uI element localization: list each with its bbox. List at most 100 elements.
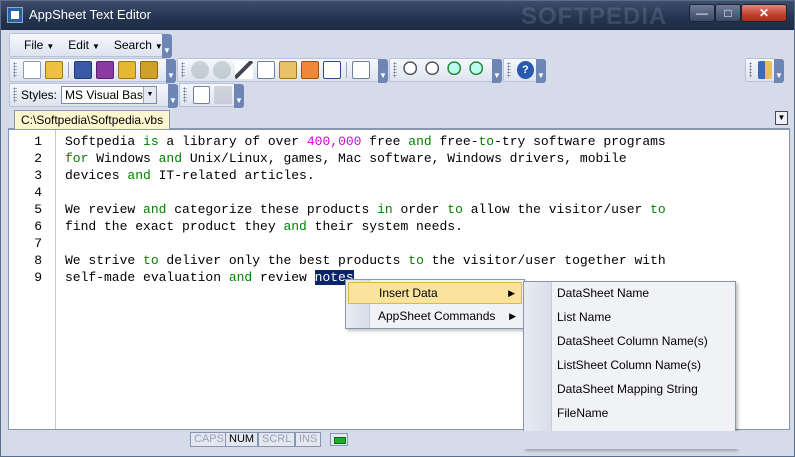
- grip-icon[interactable]: [13, 87, 17, 103]
- text-token: devices: [65, 168, 128, 183]
- paste-icon[interactable]: [279, 61, 297, 79]
- redo-icon[interactable]: [213, 61, 231, 79]
- styles-toolbar: Styles: MS Visual Basic ▼ ▼: [9, 83, 178, 108]
- tab-softpedia-vbs[interactable]: C:\Softpedia\Softpedia.vbs: [14, 110, 171, 129]
- line-number-gutter: 1 2 3 4 5 6 7 8 9: [9, 130, 56, 429]
- keyword-token: and: [408, 134, 432, 149]
- save-as-icon[interactable]: [96, 61, 114, 79]
- new-file-icon[interactable]: [23, 61, 41, 79]
- select-all-icon[interactable]: [323, 61, 341, 79]
- keyword-token: to: [478, 134, 495, 149]
- code-line[interactable]: self-made evaluation and review notes: [65, 270, 354, 285]
- submenu-item-filename[interactable]: FileName: [557, 401, 608, 425]
- find-icon[interactable]: [403, 61, 421, 79]
- line-number: 2: [34, 151, 42, 166]
- grip-icon[interactable]: [393, 62, 397, 78]
- keyword-token: and: [158, 151, 183, 166]
- open-recent-icon[interactable]: [118, 61, 136, 79]
- replace-icon[interactable]: [425, 61, 443, 79]
- app-icon[interactable]: [7, 7, 23, 23]
- separator: [68, 62, 69, 78]
- text-token: Unix/Linux, games, Mac software, Windows…: [182, 151, 627, 166]
- toolbar-options-icon[interactable]: ▼: [162, 34, 172, 58]
- submenu-item-datasheet-column-names[interactable]: DataSheet Column Name(s): [557, 329, 708, 353]
- line-number: 6: [34, 219, 42, 234]
- grip-icon[interactable]: [181, 62, 185, 78]
- line-number: 1: [34, 134, 42, 149]
- submenu-item-datasheet-name[interactable]: DataSheet Name: [557, 281, 649, 305]
- title-bar[interactable]: AppSheet Text Editor SOFTPEDIA — □ ✕: [1, 1, 794, 30]
- line-number: 8: [34, 253, 42, 268]
- toolbar-options-icon[interactable]: ▼: [166, 59, 176, 83]
- code-line[interactable]: find the exact product they and their sy…: [65, 219, 463, 234]
- toolbar-options-icon[interactable]: ▼: [378, 59, 388, 83]
- word-wrap-icon[interactable]: [352, 61, 370, 79]
- number-token: 400,000: [306, 134, 362, 149]
- submenu-item-listsheet-column-names[interactable]: ListSheet Column Name(s): [557, 353, 701, 377]
- toolbar-options-icon[interactable]: ▼: [168, 84, 178, 108]
- text-token: allow the visitor/user: [462, 202, 651, 217]
- styles-select[interactable]: MS Visual Basic ▼: [61, 86, 158, 104]
- menu-file[interactable]: File ▼: [17, 35, 61, 55]
- code-line[interactable]: devices and IT-related articles.: [65, 168, 315, 183]
- code-line[interactable]: for Windows and Unix/Linux, games, Mac s…: [65, 151, 627, 166]
- undo-icon[interactable]: [191, 61, 209, 79]
- toolbar-options-icon[interactable]: ▼: [774, 59, 784, 83]
- grip-icon[interactable]: [749, 62, 753, 78]
- grip-icon[interactable]: [183, 87, 187, 103]
- disabled-tool-icon[interactable]: [214, 86, 232, 104]
- file-toolbar: ▼: [9, 58, 176, 83]
- find-next-icon[interactable]: [447, 61, 465, 79]
- open-folder-icon[interactable]: [45, 61, 63, 79]
- text-token: categorize these products: [166, 202, 378, 217]
- help-icon[interactable]: ?: [516, 61, 534, 79]
- find-previous-icon[interactable]: [469, 61, 487, 79]
- folder-sync-icon[interactable]: [140, 61, 158, 79]
- minimize-button[interactable]: —: [689, 4, 715, 22]
- line-number: 5: [34, 202, 42, 217]
- insert-mode-indicator: INS: [295, 432, 322, 447]
- keyword-token: is: [143, 134, 159, 149]
- toolbar-options-icon[interactable]: ▼: [536, 59, 546, 83]
- maximize-button[interactable]: □: [715, 4, 741, 22]
- keyword-token: to: [143, 253, 159, 268]
- code-line[interactable]: Softpedia is a library of over 400,000 f…: [65, 134, 666, 149]
- menu-item-appsheet-commands[interactable]: AppSheet Commands ▶: [348, 305, 522, 327]
- text-token: Windows: [88, 151, 159, 166]
- code-line[interactable]: We strive to deliver only the best produ…: [65, 253, 666, 268]
- edit-document-icon[interactable]: [192, 86, 211, 104]
- paste-special-icon[interactable]: [301, 61, 319, 79]
- panel-toolbar: ▼: [745, 58, 784, 83]
- copy-icon[interactable]: [257, 61, 275, 79]
- chevron-down-icon[interactable]: ▼: [143, 87, 157, 103]
- cut-icon[interactable]: [235, 61, 253, 79]
- menu-search[interactable]: Search ▼: [107, 35, 170, 55]
- menu-item-insert-data[interactable]: Insert Data ▶: [348, 282, 522, 304]
- toolbar-options-icon[interactable]: ▼: [234, 84, 244, 108]
- search-toolbar: ▼: [389, 58, 502, 83]
- text-token: IT-related articles.: [150, 168, 315, 183]
- line-number: 3: [34, 168, 42, 183]
- insert-data-submenu: DataSheet Name List Name DataSheet Colum…: [523, 281, 736, 449]
- submenu-item-list-name[interactable]: List Name: [557, 305, 611, 329]
- menu-edit[interactable]: Edit ▼: [61, 35, 107, 55]
- styles-label: Styles:: [21, 88, 58, 102]
- keyword-token: to: [650, 202, 666, 217]
- grip-icon[interactable]: [507, 62, 511, 78]
- tab-list-icon[interactable]: ▼: [775, 111, 788, 125]
- close-button[interactable]: ✕: [741, 4, 787, 22]
- scroll-lock-indicator: SCRL: [258, 432, 296, 447]
- styles-value: MS Visual Basic: [65, 88, 152, 102]
- submenu-item-datasheet-mapping-string[interactable]: DataSheet Mapping String: [557, 377, 698, 401]
- grip-icon[interactable]: [13, 62, 17, 78]
- submenu-arrow-icon: ▶: [508, 288, 515, 298]
- menu-item-label: AppSheet Commands: [378, 309, 496, 323]
- edit-toolbar: ▼: [177, 58, 388, 83]
- toolbar-options-icon[interactable]: ▼: [492, 59, 502, 83]
- line-number: 9: [34, 270, 42, 285]
- save-icon[interactable]: [74, 61, 92, 79]
- code-line[interactable]: We review and categorize these products …: [65, 202, 666, 217]
- keyword-token: and: [143, 202, 167, 217]
- text-token: review: [252, 270, 315, 285]
- panel-toggle-icon[interactable]: [758, 61, 772, 79]
